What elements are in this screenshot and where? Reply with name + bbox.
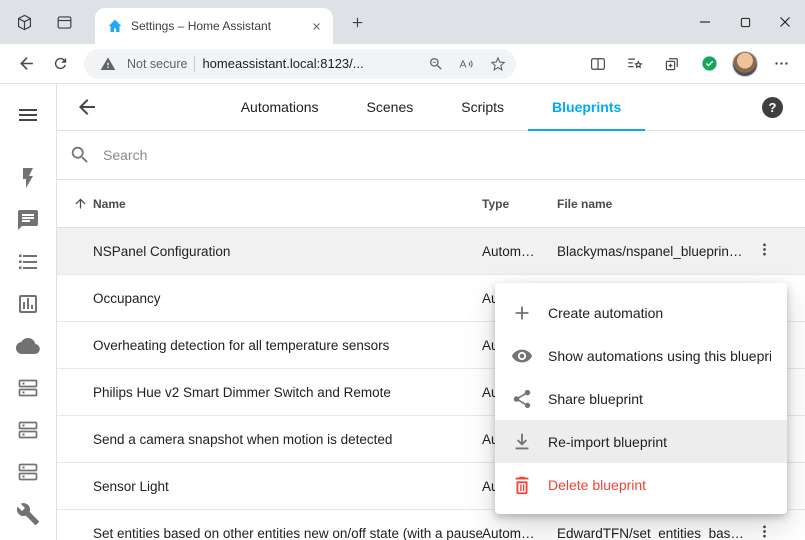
server-icon[interactable] bbox=[16, 460, 40, 484]
more-menu-icon[interactable] bbox=[767, 48, 795, 80]
menu-item-label: Re-import blueprint bbox=[548, 434, 667, 450]
browser-tab[interactable]: Settings – Home Assistant bbox=[95, 8, 333, 44]
column-header-type[interactable]: Type bbox=[482, 197, 557, 211]
row-name: Sensor Light bbox=[57, 479, 482, 494]
ha-header: Automations Scenes Scripts Blueprints ? bbox=[57, 84, 805, 131]
close-window-icon[interactable] bbox=[765, 0, 805, 44]
eye-icon bbox=[511, 345, 533, 367]
tools-wrench-icon[interactable] bbox=[16, 502, 40, 526]
svg-text:A: A bbox=[460, 58, 467, 70]
favorite-star-icon[interactable] bbox=[486, 52, 510, 76]
tab-scripts[interactable]: Scripts bbox=[437, 84, 528, 131]
table-row[interactable]: NSPanel Configuration Autom… Blackymas/n… bbox=[57, 228, 805, 275]
tab-label: Automations bbox=[241, 99, 319, 115]
back-icon[interactable] bbox=[10, 48, 42, 80]
collections-icon[interactable] bbox=[658, 48, 686, 80]
column-header-file[interactable]: File name bbox=[557, 197, 753, 211]
tab-automations[interactable]: Automations bbox=[217, 84, 343, 131]
read-aloud-icon[interactable]: A bbox=[455, 52, 479, 76]
maximize-icon[interactable] bbox=[725, 0, 765, 44]
download-icon bbox=[511, 431, 533, 453]
ha-tab-bar: Automations Scenes Scripts Blueprints bbox=[57, 84, 805, 131]
share-icon bbox=[511, 388, 533, 410]
row-type: Autom… bbox=[482, 244, 557, 259]
cloud-icon[interactable] bbox=[16, 334, 40, 358]
row-name: Occupancy bbox=[57, 291, 482, 306]
browser-toolbar: Not secure homeassistant.local:8123/... … bbox=[0, 44, 805, 84]
row-name: NSPanel Configuration bbox=[57, 244, 482, 259]
search-bar bbox=[57, 131, 805, 180]
menu-item-label: Create automation bbox=[548, 305, 663, 321]
row-overflow-menu-icon[interactable] bbox=[753, 523, 773, 540]
minimize-icon[interactable] bbox=[685, 0, 725, 44]
tab-label: Scripts bbox=[461, 99, 504, 115]
menu-icon[interactable] bbox=[16, 103, 40, 127]
delete-icon bbox=[511, 474, 533, 496]
workspaces-icon[interactable] bbox=[8, 6, 40, 38]
tab-blueprints[interactable]: Blueprints bbox=[528, 84, 645, 131]
close-tab-icon[interactable] bbox=[307, 17, 325, 35]
home-assistant-favicon bbox=[107, 18, 123, 34]
plus-icon bbox=[511, 302, 533, 324]
ha-back-icon[interactable] bbox=[75, 95, 99, 119]
row-overflow-menu-icon[interactable] bbox=[753, 241, 773, 261]
server-icon[interactable] bbox=[16, 418, 40, 442]
table-header: Name Type File name bbox=[57, 180, 805, 228]
url-text[interactable]: homeassistant.local:8123/... bbox=[202, 56, 417, 71]
sort-ascending-icon bbox=[73, 196, 88, 211]
history-chart-icon[interactable] bbox=[16, 292, 40, 316]
row-name: Set entities based on other entities new… bbox=[57, 526, 482, 540]
column-label: Name bbox=[93, 197, 126, 211]
menu-item-delete-blueprint[interactable]: Delete blueprint bbox=[495, 463, 787, 506]
refresh-icon[interactable] bbox=[44, 48, 76, 80]
menu-item-label: Share blueprint bbox=[548, 391, 643, 407]
tab-scenes[interactable]: Scenes bbox=[343, 84, 438, 131]
tab-label: Scenes bbox=[367, 99, 414, 115]
assist-chat-icon[interactable] bbox=[16, 208, 40, 232]
help-icon[interactable]: ? bbox=[762, 97, 783, 118]
server-icon[interactable] bbox=[16, 376, 40, 400]
logbook-icon[interactable] bbox=[16, 250, 40, 274]
tab-title: Settings – Home Assistant bbox=[131, 19, 299, 33]
ha-sidebar bbox=[0, 84, 57, 540]
address-separator bbox=[194, 56, 195, 72]
menu-item-share-blueprint[interactable]: Share blueprint bbox=[495, 377, 787, 420]
browser-tab-bar: Settings – Home Assistant bbox=[0, 0, 805, 44]
search-input[interactable] bbox=[103, 147, 805, 163]
column-header-name[interactable]: Name bbox=[57, 196, 482, 211]
row-file: EdwardTFN/set_entities_bas… bbox=[557, 526, 753, 540]
toolbar-right-icons bbox=[584, 48, 795, 80]
row-name: Send a camera snapshot when motion is de… bbox=[57, 432, 482, 447]
row-type: Autom… bbox=[482, 526, 557, 540]
row-name: Overheating detection for all temperatur… bbox=[57, 338, 482, 353]
row-file: Blackymas/nspanel_blueprin… bbox=[557, 244, 753, 259]
zoom-out-icon[interactable] bbox=[424, 52, 448, 76]
table-row[interactable]: Set entities based on other entities new… bbox=[57, 510, 805, 540]
search-icon bbox=[69, 144, 91, 166]
split-screen-icon[interactable] bbox=[584, 48, 612, 80]
extension-icon[interactable] bbox=[695, 48, 723, 80]
favorites-hub-icon[interactable] bbox=[621, 48, 649, 80]
menu-item-label: Show automations using this blueprint bbox=[548, 348, 771, 364]
menu-item-show-automations[interactable]: Show automations using this blueprint bbox=[495, 334, 787, 377]
warning-icon bbox=[96, 52, 120, 76]
blueprint-context-menu: Create automation Show automations using… bbox=[495, 283, 787, 514]
tab-label: Blueprints bbox=[552, 99, 621, 115]
address-bar[interactable]: Not secure homeassistant.local:8123/... … bbox=[84, 49, 516, 79]
menu-item-label: Delete blueprint bbox=[548, 477, 646, 493]
menu-item-reimport-blueprint[interactable]: Re-import blueprint bbox=[495, 420, 787, 463]
window-controls bbox=[685, 0, 805, 44]
energy-icon[interactable] bbox=[16, 166, 40, 190]
security-label[interactable]: Not secure bbox=[127, 57, 187, 71]
new-tab-icon[interactable] bbox=[344, 9, 370, 35]
profile-avatar[interactable] bbox=[732, 51, 758, 77]
menu-item-create-automation[interactable]: Create automation bbox=[495, 291, 787, 334]
tab-actions-icon[interactable] bbox=[48, 6, 80, 38]
row-name: Philips Hue v2 Smart Dimmer Switch and R… bbox=[57, 385, 482, 400]
